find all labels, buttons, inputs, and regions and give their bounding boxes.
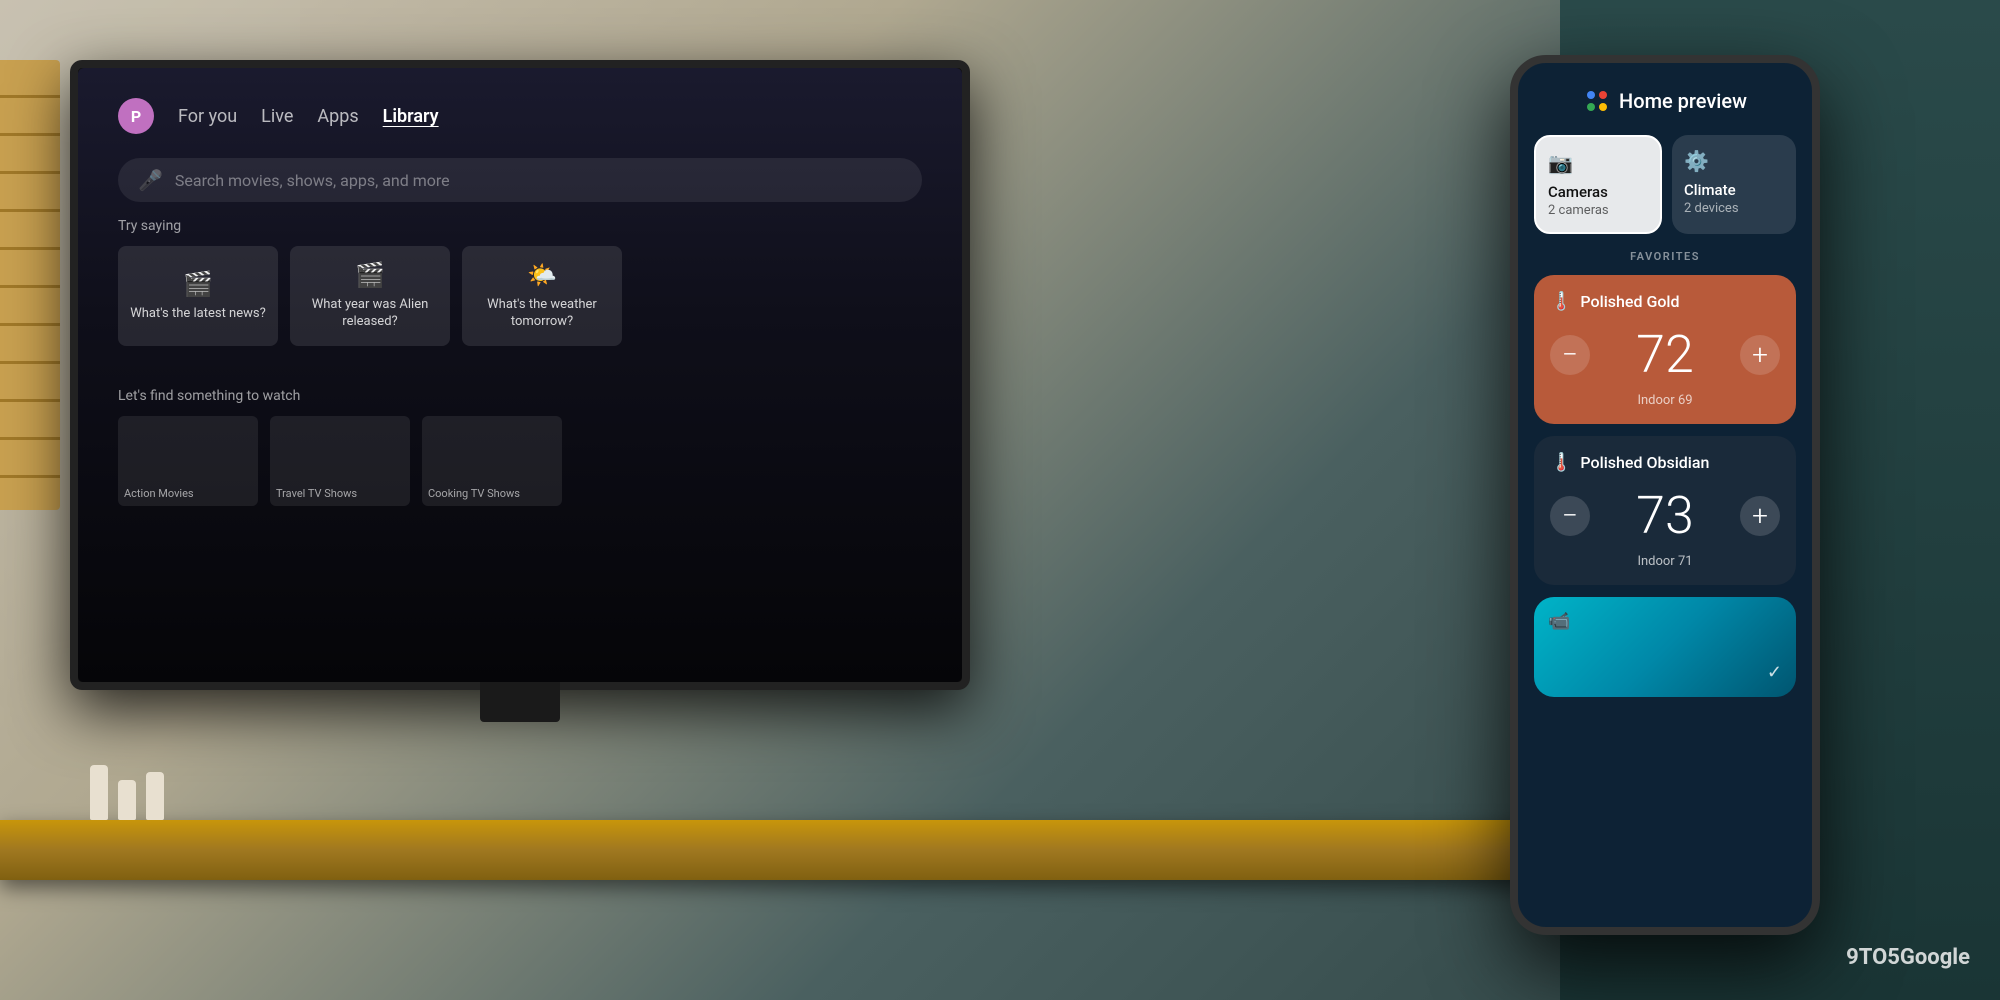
cameras-card-name: Cameras	[1548, 183, 1648, 201]
climate-card-icon: ⚙️	[1684, 149, 1784, 173]
candle-small-2	[146, 772, 164, 820]
camera-check-icon: ✓	[1767, 662, 1782, 683]
find-watch-section: Let's find something to watch Action Mov…	[118, 388, 562, 506]
category-action[interactable]: Action Movies	[118, 416, 258, 506]
thermostat-gold-indoor: Indoor 69	[1550, 393, 1780, 408]
shelf-decorations	[90, 765, 170, 820]
favorites-label: FAVORITES	[1534, 250, 1796, 263]
suggestion-text-2: What's the weather tomorrow?	[470, 297, 614, 331]
device-cards-row: 📷 Cameras 2 cameras ⚙️ Climate 2 devices	[1534, 135, 1796, 234]
camera-feed-card[interactable]: 📹 ✓	[1534, 597, 1796, 697]
thermostat-gold-icon: 🌡️	[1550, 291, 1572, 312]
try-saying-title: Try saying	[118, 218, 622, 234]
cameras-card[interactable]: 📷 Cameras 2 cameras	[1534, 135, 1662, 234]
home-preview-title: Home preview	[1619, 89, 1747, 113]
google-home-icon	[1583, 87, 1611, 115]
suggestion-card-news[interactable]: 🎬 What's the latest news?	[118, 246, 278, 346]
suggestion-card-alien[interactable]: 🎬 What year was Alien released?	[290, 246, 450, 346]
tv-stand-leg	[480, 682, 560, 722]
thermostat-obsidian-indoor: Indoor 71	[1550, 554, 1780, 569]
home-preview-header: Home preview	[1534, 87, 1796, 115]
nav-item-library[interactable]: Library	[383, 106, 439, 127]
thermostat-gold-header: 🌡️ Polished Gold	[1550, 291, 1780, 312]
thermostat-obsidian-temp: 73	[1636, 485, 1694, 546]
tv-display: P For you Live Apps Library 🎤 Search mov…	[70, 60, 970, 690]
thermostat-gold-temp: 72	[1636, 324, 1694, 385]
category-label-2: Cooking TV Shows	[428, 487, 520, 500]
try-saying-section: Try saying 🎬 What's the latest news? 🎬 W…	[118, 218, 622, 346]
category-travel[interactable]: Travel TV Shows	[270, 416, 410, 506]
category-label-0: Action Movies	[124, 487, 194, 500]
climate-card[interactable]: ⚙️ Climate 2 devices	[1672, 135, 1796, 234]
thermostat-gold-name: Polished Gold	[1580, 292, 1679, 311]
tv-content-area: P For you Live Apps Library 🎤 Search mov…	[78, 68, 962, 682]
candle-tall	[90, 765, 108, 820]
thermostat-obsidian-controls: − 73 +	[1550, 485, 1780, 546]
tv-navigation: P For you Live Apps Library	[118, 98, 922, 134]
weather-icon: 🌤️	[527, 261, 557, 289]
cameras-card-sub: 2 cameras	[1548, 203, 1648, 218]
nav-item-apps[interactable]: Apps	[317, 106, 358, 127]
thermostat-obsidian-header: 🌡️ Polished Obsidian	[1550, 452, 1780, 473]
thermostat-gold-controls: − 72 +	[1550, 324, 1780, 385]
thermostat-gold-increase[interactable]: +	[1740, 335, 1780, 375]
thermostat-obsidian-increase[interactable]: +	[1740, 496, 1780, 536]
find-watch-title: Let's find something to watch	[118, 388, 562, 404]
category-thumbnails: Action Movies Travel TV Shows Cooking TV…	[118, 416, 562, 506]
user-avatar[interactable]: P	[118, 98, 154, 134]
site-watermark: 9TO5Google	[1846, 945, 1970, 970]
thermostat-obsidian-icon: 🌡️	[1550, 452, 1572, 473]
thermostat-card-gold[interactable]: 🌡️ Polished Gold − 72 + Indoor 69	[1534, 275, 1796, 424]
climate-card-name: Climate	[1684, 181, 1784, 199]
suggestion-card-weather[interactable]: 🌤️ What's the weather tomorrow?	[462, 246, 622, 346]
search-placeholder: Search movies, shows, apps, and more	[175, 171, 450, 190]
thermostat-card-obsidian[interactable]: 🌡️ Polished Obsidian − 73 + Indoor 71	[1534, 436, 1796, 585]
phone-screen: Home preview 📷 Cameras 2 cameras ⚙️ Clim…	[1518, 63, 1812, 927]
thermostat-obsidian-decrease[interactable]: −	[1550, 496, 1590, 536]
climate-card-sub: 2 devices	[1684, 201, 1784, 216]
phone-device: Home preview 📷 Cameras 2 cameras ⚙️ Clim…	[1510, 55, 1820, 935]
candle-small-1	[118, 780, 136, 820]
mic-icon: 🎤	[138, 168, 163, 192]
category-label-1: Travel TV Shows	[276, 487, 357, 500]
thermostat-gold-decrease[interactable]: −	[1550, 335, 1590, 375]
search-bar[interactable]: 🎤 Search movies, shows, apps, and more	[118, 158, 922, 202]
movie-icon: 🎬	[355, 261, 385, 289]
news-icon: 🎬	[183, 270, 213, 298]
camera-feed-icon: 📹	[1548, 611, 1570, 632]
camera-card-icon: 📷	[1548, 151, 1648, 175]
nav-item-foryou[interactable]: For you	[178, 106, 237, 127]
wood-slat-decoration	[0, 60, 60, 510]
suggestion-text-0: What's the latest news?	[130, 306, 266, 323]
suggestion-text-1: What year was Alien released?	[298, 297, 442, 331]
category-cooking[interactable]: Cooking TV Shows	[422, 416, 562, 506]
suggestion-cards: 🎬 What's the latest news? 🎬 What year wa…	[118, 246, 622, 346]
nav-item-live[interactable]: Live	[261, 106, 293, 127]
thermostat-obsidian-name: Polished Obsidian	[1580, 453, 1709, 472]
tv-screen: P For you Live Apps Library 🎤 Search mov…	[78, 68, 962, 682]
